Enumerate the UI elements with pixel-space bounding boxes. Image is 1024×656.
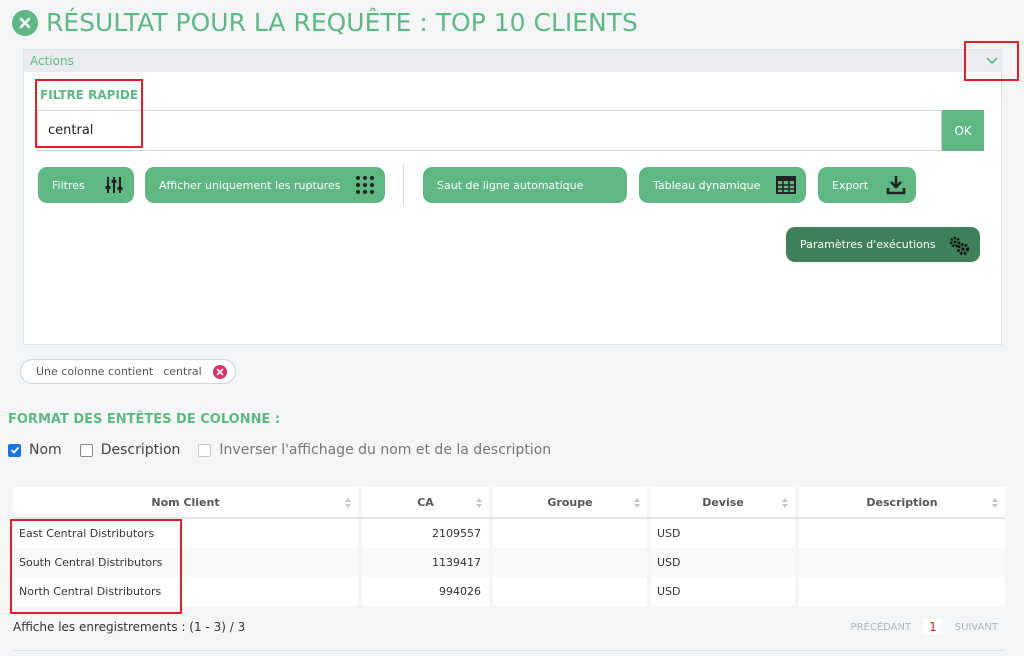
chevron-down-icon bbox=[985, 57, 998, 65]
actions-panel: Actions FILTRE RAPIDE OK Filtres Affiche… bbox=[23, 41, 1019, 345]
active-filter-chip: Une colonne contient central bbox=[20, 359, 236, 384]
filter-label: FILTRE RAPIDE bbox=[40, 88, 139, 102]
sliders-icon bbox=[105, 177, 123, 193]
column-header-ca[interactable]: CA bbox=[362, 487, 493, 517]
sort-icon bbox=[782, 498, 788, 508]
auto-line-wrap-label: Saut de ligne automatique bbox=[437, 178, 584, 192]
previous-page-button[interactable]: PRÉCÉDANT bbox=[851, 622, 912, 633]
cell-description bbox=[799, 577, 1005, 606]
invert-checkbox bbox=[198, 443, 212, 457]
filters-button-label: Filtres bbox=[52, 178, 85, 192]
auto-line-wrap-button[interactable]: Saut de ligne automatique bbox=[423, 167, 627, 203]
sort-icon bbox=[992, 498, 998, 508]
table-row[interactable]: North Central Distributors 994026 USD bbox=[13, 577, 1005, 606]
column-header-nom-client[interactable]: Nom Client bbox=[13, 487, 362, 517]
column-header-label: CA bbox=[417, 495, 434, 509]
column-header-label: Groupe bbox=[547, 495, 593, 509]
description-label[interactable]: Description bbox=[101, 442, 181, 458]
invert-label: Inverser l'affichage du nom et de la des… bbox=[219, 442, 552, 458]
page-number-button[interactable]: 1 bbox=[923, 619, 943, 635]
gears-icon bbox=[949, 236, 969, 255]
collapse-toggle[interactable] bbox=[964, 41, 1019, 81]
cell-nom-client: East Central Distributors bbox=[13, 519, 362, 548]
check-icon bbox=[10, 446, 19, 454]
nom-label[interactable]: Nom bbox=[29, 442, 62, 458]
cell-ca: 2109557 bbox=[362, 519, 493, 548]
title-row: RÉSULTAT POUR LA REQUÊTE : TOP 10 CLIENT… bbox=[12, 8, 638, 37]
ok-button[interactable]: OK bbox=[942, 110, 984, 151]
cell-devise: USD bbox=[651, 548, 799, 577]
export-button[interactable]: Export bbox=[818, 167, 916, 203]
next-page-button[interactable]: SUIVANT bbox=[955, 622, 998, 633]
cell-nom-client: North Central Distributors bbox=[13, 577, 362, 606]
close-icon[interactable] bbox=[12, 9, 38, 36]
pagination: PRÉCÉDANT 1 SUIVANT bbox=[851, 619, 998, 635]
show-ruptures-button[interactable]: Afficher uniquement les ruptures bbox=[145, 167, 385, 203]
cell-nom-client: South Central Distributors bbox=[13, 548, 362, 577]
results-table: Nom Client CA Groupe Devise Description … bbox=[13, 487, 1005, 606]
header-format-options: Nom Description Inverser l'affichage du … bbox=[8, 442, 569, 458]
cell-ca: 994026 bbox=[362, 577, 493, 606]
column-header-devise[interactable]: Devise bbox=[651, 487, 799, 517]
column-header-groupe[interactable]: Groupe bbox=[493, 487, 651, 517]
cell-ca: 1139417 bbox=[362, 548, 493, 577]
cell-devise: USD bbox=[651, 519, 799, 548]
chip-value: central bbox=[163, 365, 202, 378]
dots-grid-icon bbox=[356, 176, 374, 194]
export-label: Export bbox=[832, 178, 869, 192]
filters-button[interactable]: Filtres bbox=[38, 167, 134, 203]
page-title: RÉSULTAT POUR LA REQUÊTE : TOP 10 CLIENT… bbox=[46, 8, 638, 37]
actions-header[interactable]: Actions bbox=[24, 41, 1019, 81]
table-icon bbox=[776, 176, 796, 194]
chip-text: Une colonne contient bbox=[36, 365, 154, 378]
actions-title: Actions bbox=[30, 54, 74, 68]
quick-filter-input[interactable] bbox=[38, 111, 941, 150]
format-title: FORMAT DES ENTÊTES DE COLONNE : bbox=[8, 412, 281, 427]
table-row[interactable]: South Central Distributors 1139417 USD bbox=[13, 548, 1005, 577]
bottom-divider bbox=[13, 650, 1005, 651]
pivot-table-button[interactable]: Tableau dynamique bbox=[639, 167, 806, 203]
records-count: Affiche les enregistrements : (1 - 3) / … bbox=[13, 620, 246, 634]
column-header-label: Devise bbox=[702, 495, 744, 509]
cell-devise: USD bbox=[651, 577, 799, 606]
download-icon bbox=[886, 176, 906, 195]
sort-icon bbox=[345, 498, 351, 508]
execution-params-button[interactable]: Paramètres d'exécutions bbox=[786, 227, 980, 262]
pivot-table-label: Tableau dynamique bbox=[653, 178, 761, 192]
table-row[interactable]: East Central Distributors 2109557 USD bbox=[13, 519, 1005, 548]
sort-icon bbox=[634, 498, 640, 508]
remove-filter-icon[interactable] bbox=[213, 365, 227, 379]
description-checkbox[interactable] bbox=[79, 443, 93, 457]
cell-description bbox=[799, 519, 1005, 548]
show-ruptures-label: Afficher uniquement les ruptures bbox=[159, 178, 341, 192]
sort-icon bbox=[476, 498, 482, 508]
filter-input-wrap bbox=[37, 110, 942, 151]
execution-params-label: Paramètres d'exécutions bbox=[800, 238, 936, 251]
cell-groupe bbox=[493, 577, 651, 606]
column-header-description[interactable]: Description bbox=[799, 487, 1005, 517]
cell-description bbox=[799, 548, 1005, 577]
table-header: Nom Client CA Groupe Devise Description bbox=[13, 487, 1005, 519]
button-separator bbox=[403, 165, 404, 205]
nom-checkbox[interactable] bbox=[8, 443, 21, 457]
cell-groupe bbox=[493, 519, 651, 548]
column-header-label: Description bbox=[866, 495, 938, 509]
cell-groupe bbox=[493, 548, 651, 577]
column-header-label: Nom Client bbox=[151, 495, 220, 509]
